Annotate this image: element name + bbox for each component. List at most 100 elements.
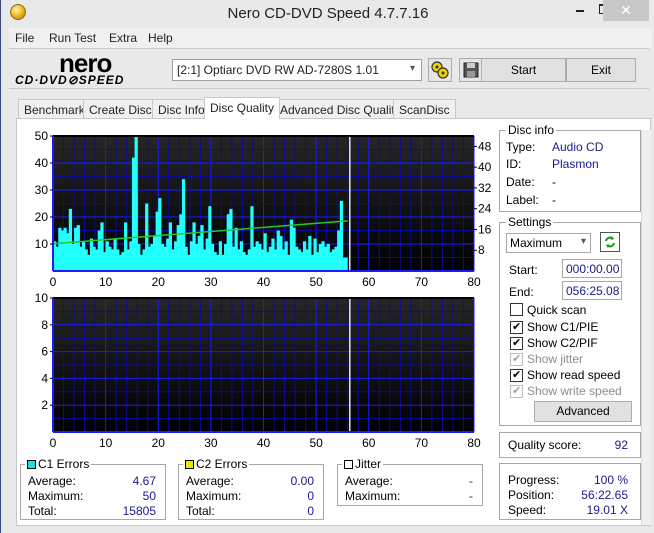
show-c1-checkbox[interactable]	[510, 320, 523, 334]
y2-tick-label: 24	[478, 202, 492, 216]
x-tick-label: 40	[257, 275, 271, 288]
c2-average-label: Average:	[186, 474, 234, 488]
jitter-maximum-label: Maximum:	[345, 489, 401, 503]
y-tick-label: 10	[35, 237, 49, 251]
tab-scandisc[interactable]: ScanDisc	[393, 99, 456, 119]
c1-chart: 8 16 24 32 40 48 0 10 20 30 40 50 60 70 80 10 20 30 40 50	[35, 129, 492, 288]
show-write-speed-label: Show write speed	[527, 384, 622, 398]
disc-info-group: Disc info Type: Audio CD ID: Plasmon Dat…	[499, 123, 641, 212]
disc-type-label: Type:	[506, 140, 536, 154]
quality-score-label: Quality score:	[508, 438, 582, 452]
x-tick-label: 20	[152, 275, 166, 288]
jitter-color-swatch	[344, 460, 353, 469]
c1-maximum-value: 50	[142, 489, 156, 503]
minimize-button[interactable]	[568, 0, 594, 21]
start-time-input[interactable]: 000:00.00	[562, 259, 622, 278]
jitter-average-value: -	[469, 474, 473, 488]
nero-logo: nero CD·DVD⊘SPEED	[9, 48, 169, 90]
quick-scan-label: Quick scan	[527, 303, 587, 317]
save-button[interactable]	[459, 58, 483, 82]
x-tick-label: 10	[99, 436, 113, 450]
c1-maximum-label: Maximum:	[28, 489, 84, 503]
x-tick-label: 60	[362, 436, 376, 450]
y2-tick-label: 16	[478, 222, 492, 236]
tab-disc-info[interactable]: Disc Info	[152, 99, 211, 119]
tab-disc-quality[interactable]: Disc Quality	[204, 97, 281, 119]
disc-settings-button[interactable]	[428, 58, 452, 82]
x-tick-label: 30	[204, 275, 218, 288]
c1-total-label: Total:	[28, 504, 57, 518]
disc-label-label: Label:	[506, 193, 539, 207]
jitter-title: Jitter	[342, 457, 384, 471]
x-tick-label: 30	[204, 436, 218, 450]
refresh-icon	[605, 236, 615, 248]
jitter-title-text: Jitter	[355, 457, 382, 471]
y-tick-label: 40	[35, 156, 49, 170]
tab-advanced-disc-quality[interactable]: Advanced Disc Quality	[274, 99, 407, 119]
speed-select[interactable]: Maximum ▾	[506, 233, 591, 253]
exit-button[interactable]: Exit	[566, 58, 636, 82]
quality-score-value: 92	[614, 438, 628, 452]
jitter-average-label: Average:	[345, 474, 393, 488]
y-tick-label: 20	[35, 210, 49, 224]
y-tick-label: 50	[35, 129, 49, 143]
y2-tick-label: 8	[478, 243, 485, 257]
start-button[interactable]: Start	[481, 58, 566, 82]
x-tick-label: 20	[152, 436, 166, 450]
title-bar: Nero CD-DVD Speed 4.7.7.16 ✕	[1, 0, 654, 27]
position-value: 56:22.65	[581, 488, 628, 502]
c1-color-swatch	[27, 460, 36, 469]
close-button[interactable]: ✕	[603, 0, 649, 21]
speed-value: 19.01 X	[586, 503, 628, 517]
show-read-speed-checkbox[interactable]	[510, 368, 523, 382]
tab-benchmark[interactable]: Benchmark	[18, 99, 91, 119]
chevron-down-icon: ▾	[580, 236, 586, 247]
tab-create-disc[interactable]: Create Disc	[83, 99, 158, 119]
x-tick-label: 80	[467, 275, 481, 288]
menu-file[interactable]: File	[15, 31, 34, 45]
show-write-speed-checkbox[interactable]	[510, 384, 523, 398]
c1-bar-base	[53, 257, 348, 271]
show-c2-label: Show C2/PIF	[527, 336, 598, 350]
disc-id-value: Plasmon	[552, 157, 599, 171]
disc-date-value: -	[552, 175, 556, 189]
refresh-button[interactable]	[600, 232, 620, 252]
c2-chart: 0 10 20 30 40 50 60 70 80 2 4 6 8 10	[35, 291, 481, 450]
show-c2-checkbox[interactable]	[510, 336, 523, 350]
c2-average-value: 0.00	[290, 474, 314, 488]
end-time-input[interactable]: 056:25.08	[562, 281, 622, 300]
x-tick-label: 60	[362, 275, 376, 288]
quality-score-group: Quality score: 92	[499, 432, 641, 458]
drive-select[interactable]: [2:1] Optiarc DVD RW AD-7280S 1.01 ▾	[172, 59, 422, 81]
panel-edge	[641, 130, 651, 525]
y2-tick-label: 48	[478, 139, 492, 153]
disc-type-value: Audio CD	[552, 140, 604, 154]
menu-run-test[interactable]: Run Test	[49, 31, 96, 45]
c1-errors-group: C1 Errors Average: 4.67 Maximum: 50 Tota…	[20, 457, 166, 520]
c2-color-swatch	[185, 460, 194, 469]
disc-id-label: ID:	[506, 157, 522, 171]
advanced-button[interactable]: Advanced	[534, 401, 632, 422]
c2-maximum-label: Maximum:	[186, 489, 242, 503]
y2-tick-label: 40	[478, 160, 492, 174]
show-c1-label: Show C1/PIE	[527, 320, 599, 334]
menu-help[interactable]: Help	[148, 31, 173, 45]
y-tick-label: 4	[41, 371, 48, 385]
c1-title-text: C1 Errors	[38, 457, 90, 471]
y-tick-label: 6	[41, 345, 48, 359]
speed-select-value: Maximum	[510, 236, 563, 250]
quick-scan-checkbox[interactable]	[510, 303, 523, 316]
disc-label-value: -	[552, 193, 556, 207]
x-tick-label: 50	[309, 436, 323, 450]
drive-select-value: [2:1] Optiarc DVD RW AD-7280S 1.01	[177, 63, 379, 77]
menu-extra[interactable]: Extra	[109, 31, 137, 45]
show-jitter-checkbox[interactable]	[510, 352, 523, 366]
c2-total-label: Total:	[186, 504, 215, 518]
disc-info-title: Disc info	[506, 123, 557, 137]
progress-label: Progress:	[508, 473, 560, 487]
y-tick-label: 2	[41, 398, 48, 412]
jitter-group: Jitter Average: - Maximum: -	[337, 457, 483, 506]
y-tick-label: 10	[35, 291, 49, 305]
show-jitter-label: Show jitter	[527, 352, 584, 366]
x-tick-label: 70	[415, 436, 429, 450]
